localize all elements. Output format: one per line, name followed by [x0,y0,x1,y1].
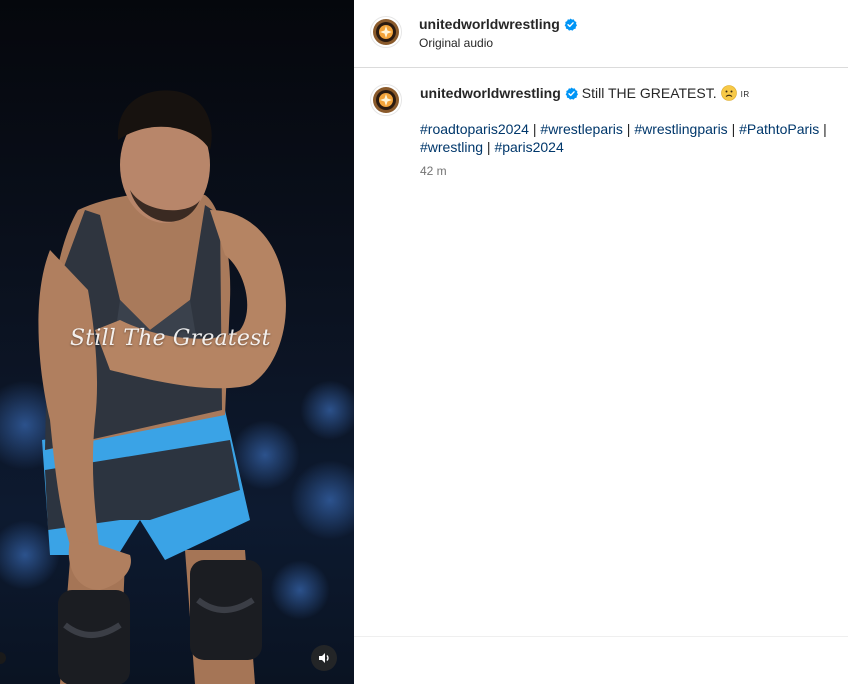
hashtag-link[interactable]: #wrestling [420,139,483,155]
header-username[interactable]: unitedworldwrestling [419,16,560,32]
hashtag-link[interactable]: #paris2024 [494,139,563,155]
comment-username[interactable]: unitedworldwrestling [420,85,561,101]
post-video[interactable]: Still The Greatest [0,0,354,684]
header-user: unitedworldwrestling [419,16,577,34]
caption-text: Still THE GREATEST. [581,85,717,101]
separator: | [532,121,537,137]
audio-toggle-button[interactable] [311,645,337,671]
divider [354,636,848,637]
original-audio-link[interactable]: Original audio [419,36,493,50]
avatar[interactable] [370,16,402,48]
caption-line: unitedworldwrestling Still THE GREATEST.… [420,85,750,101]
flag-text: IR [740,90,750,99]
worried-face-emoji [720,85,737,101]
post-details-panel: unitedworldwrestling Original audio unit… [354,0,848,684]
separator: | [731,121,736,137]
verified-badge-icon [565,87,578,100]
video-overlay-text: Still The Greatest [70,326,271,351]
separator: | [823,121,827,137]
uww-logo-icon [373,19,399,45]
comment-avatar[interactable] [370,84,402,116]
verified-badge-icon [564,18,577,31]
comment-timestamp[interactable]: 42 m [420,164,447,178]
separator: | [486,139,491,155]
hashtags: #roadtoparis2024 | #wrestleparis | #wres… [420,120,840,156]
uww-logo-icon [373,87,399,113]
hashtag-link[interactable]: #wrestlingparis [634,121,727,137]
post-header: unitedworldwrestling Original audio [354,0,848,68]
hashtag-link[interactable]: #roadtoparis2024 [420,121,529,137]
hashtag-link[interactable]: #wrestleparis [540,121,622,137]
speaker-icon [319,653,329,663]
separator: | [626,121,631,137]
hashtag-link[interactable]: #PathtoParis [739,121,819,137]
